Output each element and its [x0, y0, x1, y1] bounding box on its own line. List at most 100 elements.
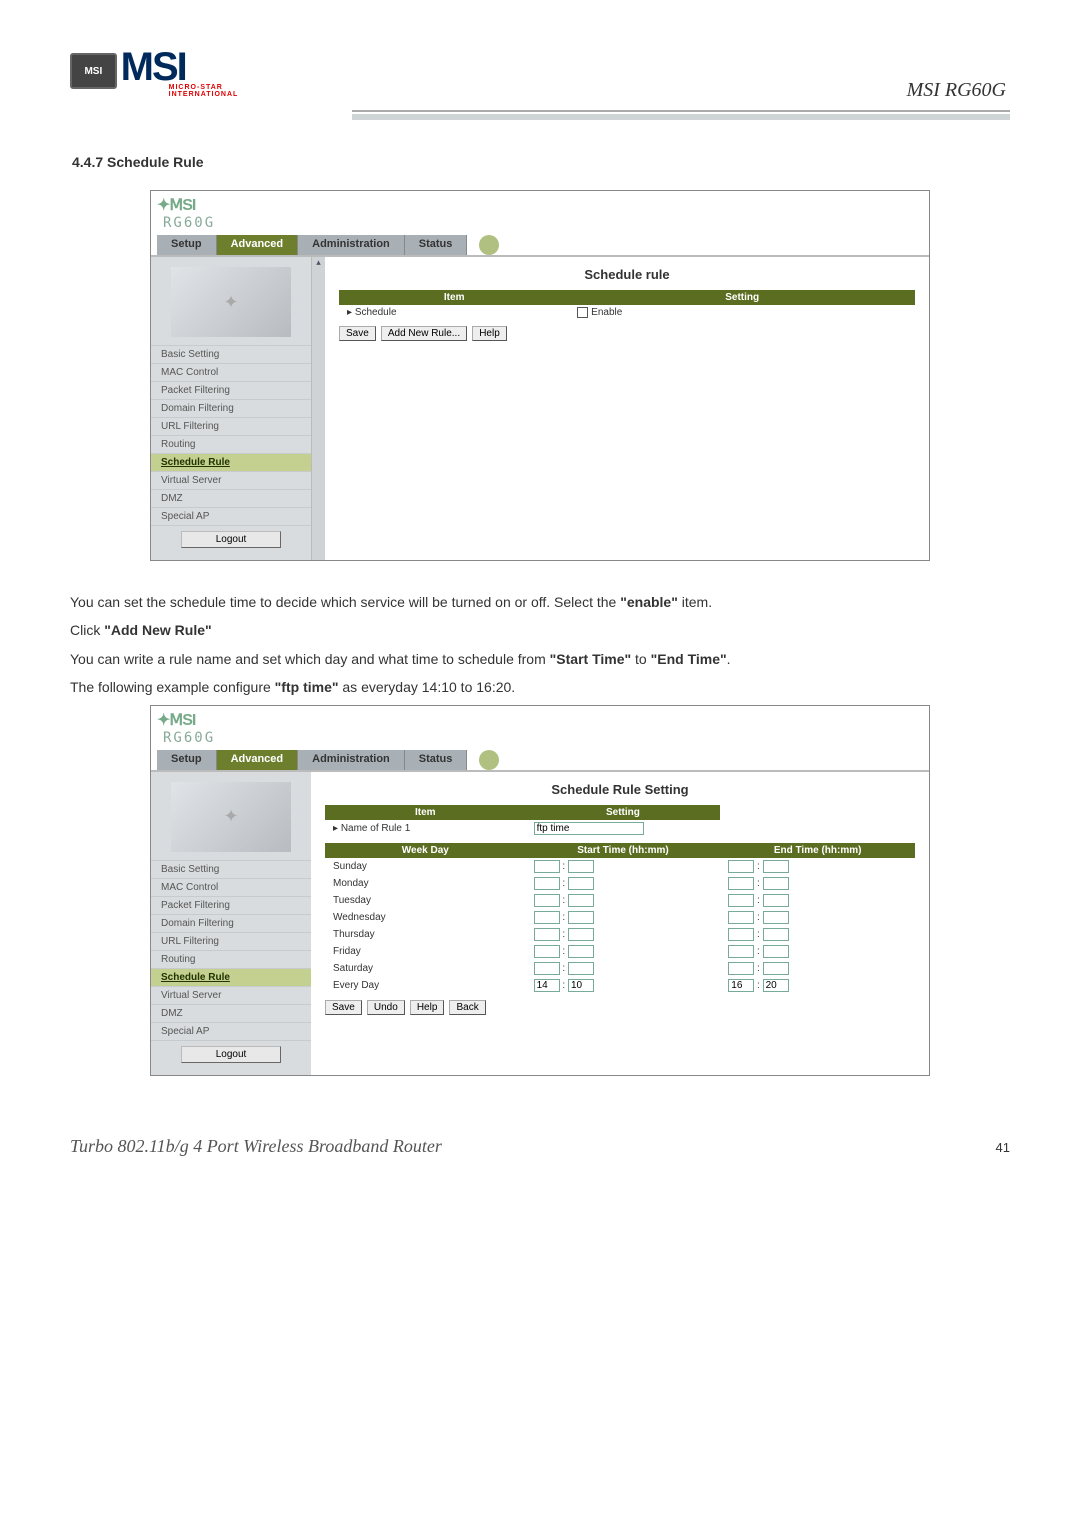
- wed-end-mm[interactable]: [763, 911, 789, 924]
- every-start-hh[interactable]: [534, 979, 560, 992]
- mon-start-mm[interactable]: [568, 877, 594, 890]
- tue-end-hh[interactable]: [728, 894, 754, 907]
- fri-start-hh[interactable]: [534, 945, 560, 958]
- sidebar-item-virtual-server[interactable]: Virtual Server: [151, 471, 311, 490]
- col-item: Item: [325, 805, 526, 820]
- page-number: 41: [996, 1140, 1010, 1155]
- sat-end-mm[interactable]: [763, 962, 789, 975]
- thu-start-hh[interactable]: [534, 928, 560, 941]
- help-button[interactable]: Help: [410, 1000, 445, 1015]
- rule-name-table: Item Setting ▸ Name of Rule 1: [325, 805, 915, 837]
- sidebar-item-domain-filtering[interactable]: Domain Filtering: [151, 399, 311, 418]
- sidebar-item-packet-filtering[interactable]: Packet Filtering: [151, 896, 311, 915]
- back-button[interactable]: Back: [449, 1000, 485, 1015]
- router-model: RG60G: [157, 730, 215, 746]
- wed-start-mm[interactable]: [568, 911, 594, 924]
- tab-setup[interactable]: Setup: [157, 750, 217, 770]
- thu-end-mm[interactable]: [763, 928, 789, 941]
- content-title: Schedule rule: [339, 267, 915, 282]
- body-paragraph-2: Click "Add New Rule": [70, 619, 1010, 641]
- sidebar: ✦ Basic Setting MAC Control Packet Filte…: [151, 257, 311, 560]
- wed-start-hh[interactable]: [534, 911, 560, 924]
- day-saturday: Saturday: [325, 960, 526, 977]
- tab-status[interactable]: Status: [405, 750, 468, 770]
- day-monday: Monday: [325, 875, 526, 892]
- thu-start-mm[interactable]: [568, 928, 594, 941]
- tab-advanced[interactable]: Advanced: [217, 235, 299, 255]
- undo-button[interactable]: Undo: [367, 1000, 405, 1015]
- main-tabs: Setup Advanced Administration Status: [157, 750, 923, 770]
- thu-end-hh[interactable]: [728, 928, 754, 941]
- tab-administration[interactable]: Administration: [298, 750, 405, 770]
- sidebar-item-special-ap[interactable]: Special AP: [151, 1022, 311, 1041]
- add-new-rule-button[interactable]: Add New Rule...: [381, 326, 467, 341]
- sidebar-item-special-ap[interactable]: Special AP: [151, 507, 311, 526]
- sidebar-item-mac-control[interactable]: MAC Control: [151, 363, 311, 382]
- sidebar-item-dmz[interactable]: DMZ: [151, 489, 311, 508]
- sidebar-image: ✦: [171, 782, 291, 852]
- help-button[interactable]: Help: [472, 326, 507, 341]
- scrollbar-up-icon[interactable]: ▴: [311, 257, 325, 560]
- day-thursday: Thursday: [325, 926, 526, 943]
- every-end-hh[interactable]: [728, 979, 754, 992]
- fri-end-mm[interactable]: [763, 945, 789, 958]
- sidebar-item-dmz[interactable]: DMZ: [151, 1004, 311, 1023]
- sidebar-item-schedule-rule[interactable]: Schedule Rule: [151, 968, 311, 987]
- enable-checkbox[interactable]: [577, 307, 588, 318]
- sat-start-hh[interactable]: [534, 962, 560, 975]
- divider-thin: [352, 110, 1010, 112]
- day-tuesday: Tuesday: [325, 892, 526, 909]
- sidebar-item-url-filtering[interactable]: URL Filtering: [151, 932, 311, 951]
- sidebar-item-packet-filtering[interactable]: Packet Filtering: [151, 381, 311, 400]
- mon-start-hh[interactable]: [534, 877, 560, 890]
- fri-end-hh[interactable]: [728, 945, 754, 958]
- row-schedule-label: ▸ Schedule: [339, 305, 569, 320]
- sat-end-hh[interactable]: [728, 962, 754, 975]
- section-heading: 4.4.7 Schedule Rule: [72, 154, 1010, 170]
- sidebar-item-routing[interactable]: Routing: [151, 950, 311, 969]
- mon-end-mm[interactable]: [763, 877, 789, 890]
- footer-text: Turbo 802.11b/g 4 Port Wireless Broadban…: [70, 1136, 442, 1157]
- logout-button[interactable]: Logout: [181, 1046, 281, 1063]
- sidebar-item-domain-filtering[interactable]: Domain Filtering: [151, 914, 311, 933]
- sun-start-mm[interactable]: [568, 860, 594, 873]
- logo-badge: MSI: [70, 53, 117, 89]
- sidebar-item-url-filtering[interactable]: URL Filtering: [151, 417, 311, 436]
- sidebar-item-virtual-server[interactable]: Virtual Server: [151, 986, 311, 1005]
- save-button[interactable]: Save: [339, 326, 376, 341]
- day-wednesday: Wednesday: [325, 909, 526, 926]
- sun-start-hh[interactable]: [534, 860, 560, 873]
- tab-status[interactable]: Status: [405, 235, 468, 255]
- day-everyday: Every Day: [325, 977, 526, 994]
- mon-end-hh[interactable]: [728, 877, 754, 890]
- fri-start-mm[interactable]: [568, 945, 594, 958]
- rule-name-input[interactable]: [534, 822, 644, 835]
- sidebar-item-basic-setting[interactable]: Basic Setting: [151, 860, 311, 879]
- sun-end-mm[interactable]: [763, 860, 789, 873]
- tab-setup[interactable]: Setup: [157, 235, 217, 255]
- save-button[interactable]: Save: [325, 1000, 362, 1015]
- globe-icon: [479, 235, 499, 255]
- wed-end-hh[interactable]: [728, 911, 754, 924]
- router-model: RG60G: [157, 215, 215, 231]
- tue-end-mm[interactable]: [763, 894, 789, 907]
- sat-start-mm[interactable]: [568, 962, 594, 975]
- tab-advanced[interactable]: Advanced: [217, 750, 299, 770]
- sidebar-item-basic-setting[interactable]: Basic Setting: [151, 345, 311, 364]
- col-setting: Setting: [526, 805, 721, 820]
- sidebar-item-routing[interactable]: Routing: [151, 435, 311, 454]
- sun-end-hh[interactable]: [728, 860, 754, 873]
- body-paragraph-3: You can write a rule name and set which …: [70, 648, 1010, 670]
- schedule-table: Item Setting ▸ Schedule Enable: [339, 290, 915, 320]
- body-paragraph-1: You can set the schedule time to decide …: [70, 591, 1010, 613]
- sidebar-image: ✦: [171, 267, 291, 337]
- tab-administration[interactable]: Administration: [298, 235, 405, 255]
- sidebar-item-schedule-rule[interactable]: Schedule Rule: [151, 453, 311, 472]
- every-start-mm[interactable]: [568, 979, 594, 992]
- tue-start-mm[interactable]: [568, 894, 594, 907]
- logout-button[interactable]: Logout: [181, 531, 281, 548]
- sidebar-item-mac-control[interactable]: MAC Control: [151, 878, 311, 897]
- tue-start-hh[interactable]: [534, 894, 560, 907]
- logo-text: MSI: [121, 45, 186, 89]
- every-end-mm[interactable]: [763, 979, 789, 992]
